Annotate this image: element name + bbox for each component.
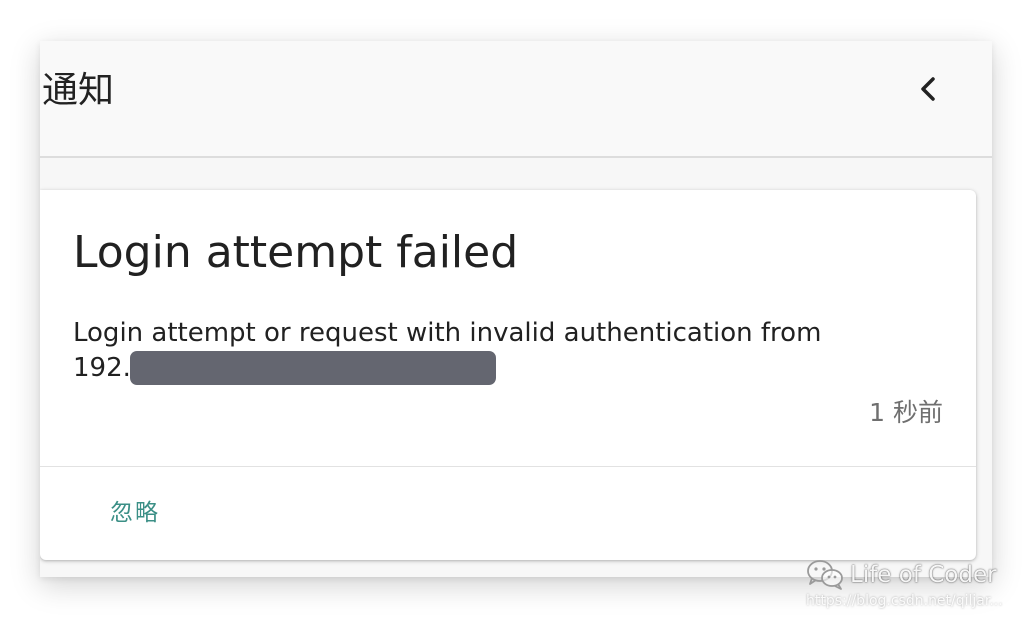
notification-title: Login attempt failed	[73, 227, 519, 278]
watermark-url: https://blog.csdn.net/qiljar...	[806, 593, 1003, 609]
notification-time: 1 秒前	[869, 398, 943, 427]
ip-redaction-block	[129, 351, 496, 385]
chevron-left-icon	[917, 74, 939, 108]
notification-message: Login attempt or request with invalid au…	[73, 318, 822, 348]
notification-card: Login attempt failed Login attempt or re…	[40, 190, 976, 560]
dismiss-button[interactable]: 忽略	[98, 490, 172, 536]
panel-title: 通知	[42, 70, 115, 111]
card-divider	[40, 466, 976, 467]
back-button[interactable]	[906, 65, 950, 117]
panel-header: 通知	[40, 41, 992, 158]
notifications-panel: 通知 Login attempt failed Login attempt or…	[40, 41, 992, 577]
notification-ip-line: 192.	[73, 350, 496, 386]
ip-prefix: 192.	[73, 353, 131, 383]
